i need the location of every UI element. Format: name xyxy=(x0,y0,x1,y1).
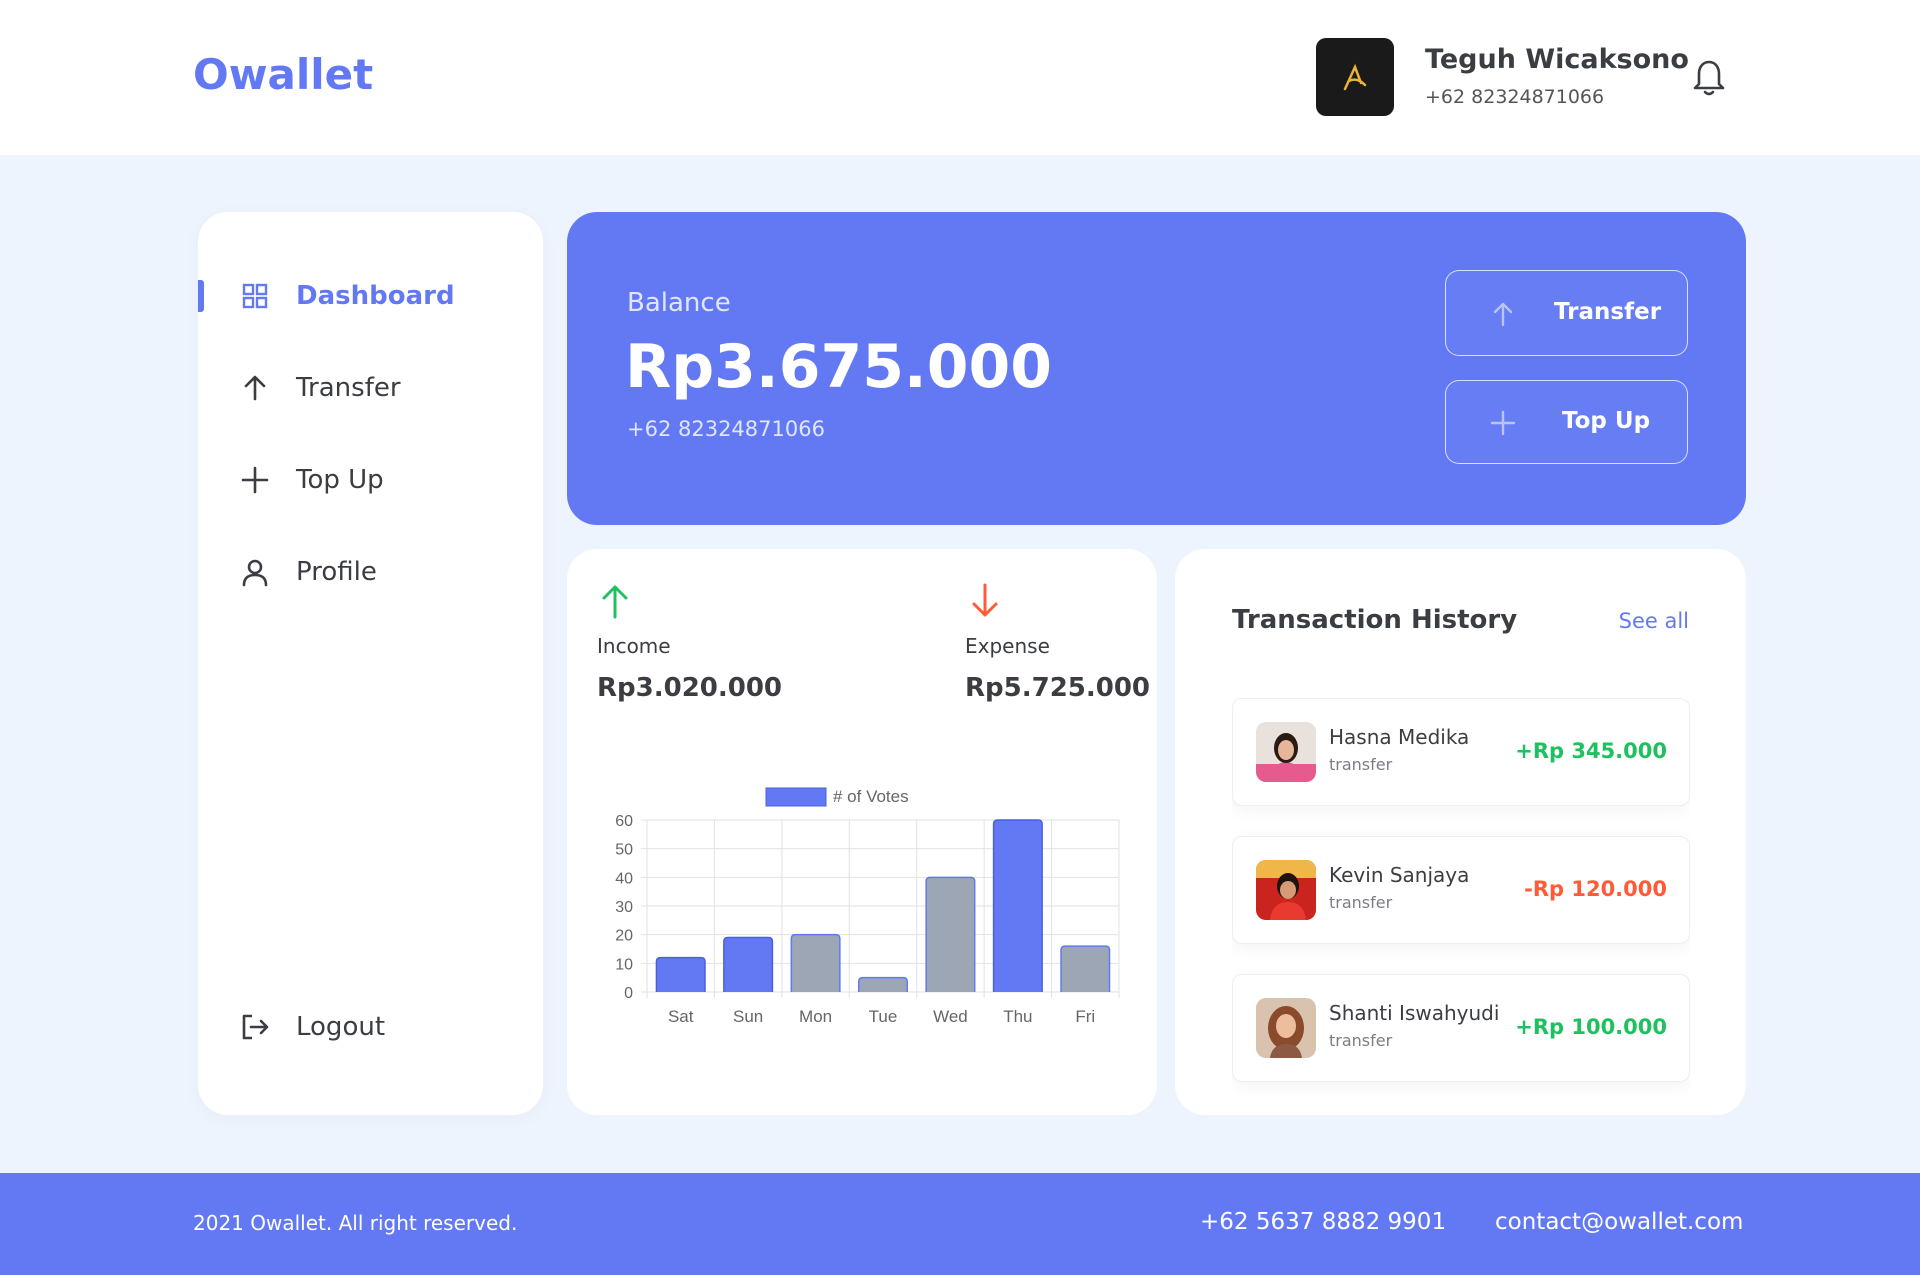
x-tick-label: Mon xyxy=(799,1007,832,1026)
legend-swatch xyxy=(765,787,827,807)
income-label: Income xyxy=(597,634,671,658)
bar-mon xyxy=(790,933,841,992)
bar-fri xyxy=(1060,945,1111,992)
balance-amount: Rp3.675.000 xyxy=(625,332,1052,402)
footer-phone[interactable]: +62 5637 8882 9901 xyxy=(1200,1209,1446,1235)
x-tick-label: Thu xyxy=(1003,1007,1032,1026)
balance-label: Balance xyxy=(627,288,731,318)
brand-logo[interactable]: Owallet xyxy=(193,50,373,99)
transaction-history-card: Transaction History See all Hasna Medika… xyxy=(1175,549,1746,1115)
transaction-amount: +Rp 345.000 xyxy=(1515,739,1667,763)
avatar-logo-icon xyxy=(1343,63,1367,91)
avatar xyxy=(1256,998,1316,1058)
weekly-bar-chart: 0 10 20 30 40 50 60 Sat Sun Mon Tue Wed Thu Fri # of… xyxy=(615,787,1120,1026)
transaction-type: transfer xyxy=(1329,755,1393,774)
x-tick-label: Tue xyxy=(869,1007,898,1026)
topup-button[interactable]: Top Up xyxy=(1445,380,1688,464)
y-tick-label: 40 xyxy=(615,870,633,887)
transaction-amount: +Rp 100.000 xyxy=(1515,1015,1667,1039)
sidebar-item-label: Top Up xyxy=(296,465,384,495)
transaction-item[interactable]: Hasna Medika transfer +Rp 345.000 xyxy=(1232,698,1690,806)
transaction-list[interactable]: Hasna Medika transfer +Rp 345.000 Kevin … xyxy=(1232,698,1690,1106)
stats-card: Income Rp3.020.000 Expense Rp5.725.000 0… xyxy=(567,549,1157,1115)
user-avatar[interactable] xyxy=(1316,38,1394,116)
x-tick-label: Wed xyxy=(933,1007,968,1026)
legend-label: # of Votes xyxy=(833,787,909,806)
history-title: Transaction History xyxy=(1232,605,1518,635)
transaction-amount: -Rp 120.000 xyxy=(1524,877,1667,901)
user-phone: +62 82324871066 xyxy=(1425,86,1605,108)
expense-value: Rp5.725.000 xyxy=(965,673,1151,703)
sidebar-item-topup[interactable]: Top Up xyxy=(198,452,543,508)
sidebar-item-label: Profile xyxy=(296,557,377,587)
transaction-name: Hasna Medika xyxy=(1329,725,1470,749)
logout-icon xyxy=(242,1014,269,1040)
bar-sat xyxy=(655,956,706,992)
y-tick-label: 60 xyxy=(615,813,633,830)
top-header: Owallet Teguh Wicaksono +62 82324871066 xyxy=(0,0,1920,155)
logout-button[interactable]: Logout xyxy=(198,999,543,1055)
transaction-type: transfer xyxy=(1329,893,1393,912)
y-tick-label: 10 xyxy=(615,956,633,973)
x-tick-label: Fri xyxy=(1075,1007,1095,1026)
balance-card: Balance Rp3.675.000 +62 82324871066 Tran… xyxy=(567,212,1746,525)
transaction-type: transfer xyxy=(1329,1031,1393,1050)
plus-icon xyxy=(241,466,269,494)
y-tick-label: 0 xyxy=(624,985,633,1002)
bar-tue xyxy=(857,976,909,992)
income-arrow-icon xyxy=(602,585,628,619)
sidebar-item-transfer[interactable]: Transfer xyxy=(198,360,543,416)
user-name: Teguh Wicaksono xyxy=(1425,44,1689,75)
transaction-item[interactable]: Shanti Iswahyudi transfer +Rp 100.000 xyxy=(1232,974,1690,1082)
transaction-name: Shanti Iswahyudi xyxy=(1329,1001,1500,1025)
footer-email[interactable]: contact@owallet.com xyxy=(1495,1209,1743,1235)
bell-icon[interactable] xyxy=(1692,58,1726,98)
sidebar-item-label: Transfer xyxy=(296,373,401,403)
transfer-button-label: Transfer xyxy=(1554,299,1662,325)
plus-icon xyxy=(1490,410,1516,436)
transfer-button[interactable]: Transfer xyxy=(1445,270,1688,356)
x-tick-label: Sun xyxy=(733,1007,763,1026)
bar-wed xyxy=(925,876,976,992)
topup-button-label: Top Up xyxy=(1562,408,1651,434)
avatar xyxy=(1256,722,1316,782)
sidebar-item-profile[interactable]: Profile xyxy=(198,544,543,600)
logout-label: Logout xyxy=(296,1012,386,1042)
y-tick-label: 20 xyxy=(615,928,633,945)
bar-thu xyxy=(992,819,1043,992)
footer: 2021 Owallet. All right reserved. +62 56… xyxy=(0,1173,1920,1275)
expense-label: Expense xyxy=(965,634,1050,658)
arrow-up-icon xyxy=(244,375,266,401)
see-all-link[interactable]: See all xyxy=(1619,609,1689,633)
bar-sun xyxy=(723,936,774,992)
y-tick-label: 50 xyxy=(615,842,633,859)
x-tick-label: Sat xyxy=(668,1007,694,1026)
footer-copyright: 2021 Owallet. All right reserved. xyxy=(193,1211,518,1235)
y-tick-label: 30 xyxy=(615,899,633,916)
sidebar-item-label: Dashboard xyxy=(296,281,455,311)
transaction-item[interactable]: Kevin Sanjaya transfer -Rp 120.000 xyxy=(1232,836,1690,944)
sidebar-item-dashboard[interactable]: Dashboard xyxy=(198,268,543,324)
transaction-name: Kevin Sanjaya xyxy=(1329,863,1470,887)
balance-phone: +62 82324871066 xyxy=(627,417,825,441)
active-indicator xyxy=(198,280,204,312)
sidebar: Dashboard Transfer Top Up Profile Logout xyxy=(198,212,543,1115)
avatar xyxy=(1256,860,1316,920)
expense-arrow-icon xyxy=(972,583,998,617)
income-value: Rp3.020.000 xyxy=(597,673,783,703)
user-icon xyxy=(242,559,268,587)
arrow-up-icon xyxy=(1493,302,1513,327)
grid-icon xyxy=(242,283,268,309)
